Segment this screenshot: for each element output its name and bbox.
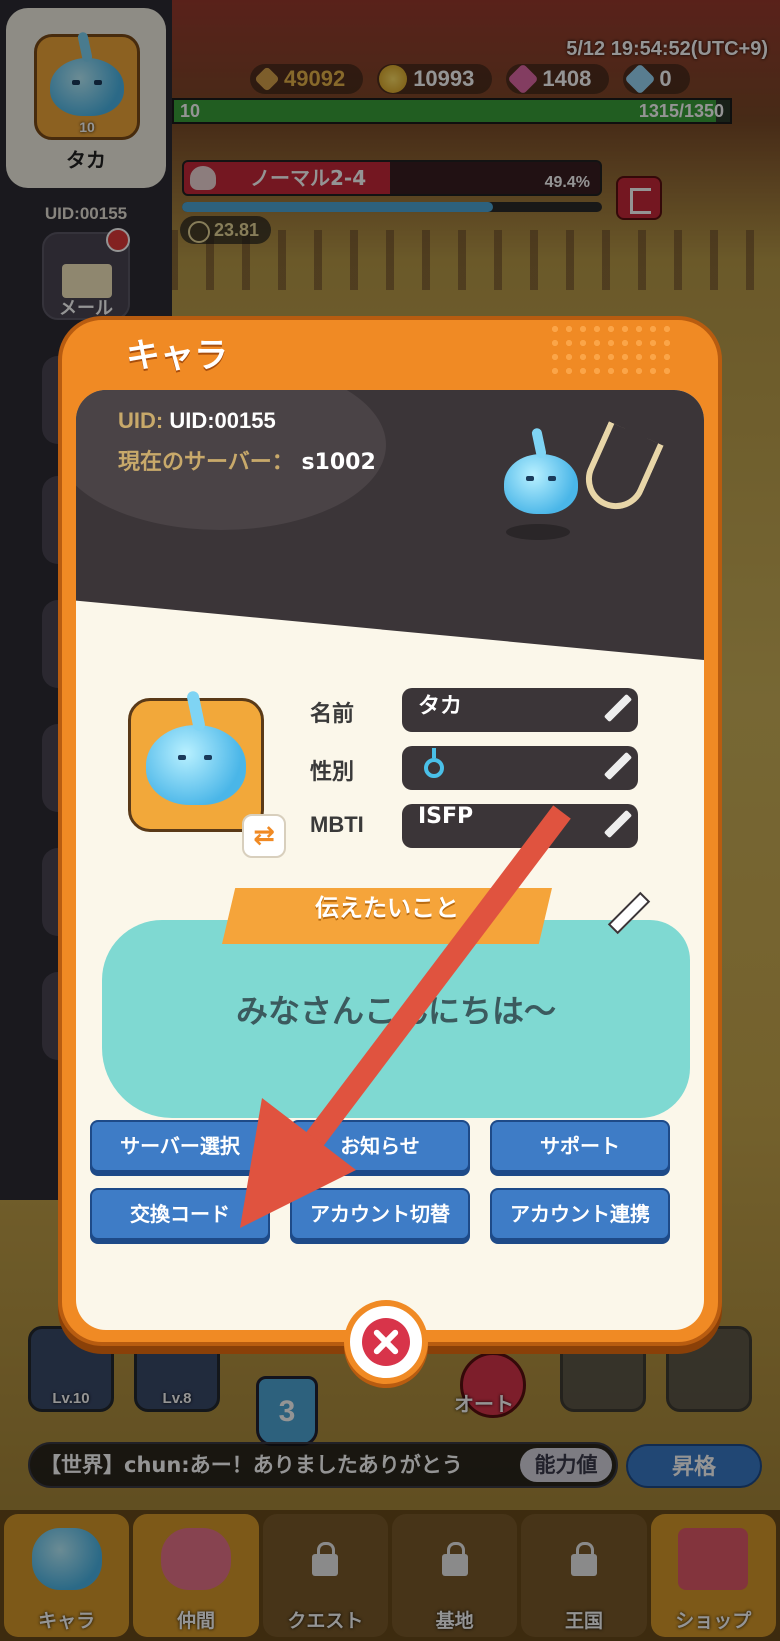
profile-avatar: [128, 698, 264, 832]
pencil-icon[interactable]: [602, 752, 632, 782]
pencil-icon[interactable]: [602, 810, 632, 840]
mbti-field[interactable]: ISFP: [402, 804, 638, 848]
switch-account-button[interactable]: アカウント切替: [290, 1188, 470, 1240]
slingshot-icon: [576, 421, 664, 519]
server-select-button[interactable]: サーバー選択: [90, 1120, 270, 1172]
link-account-button[interactable]: アカウント連携: [490, 1188, 670, 1240]
character-dialog: キャラ UID: UID:00155 現在のサーバー： s1002 ⇄ 名前 タ…: [58, 316, 722, 1346]
uid-line: UID: UID:00155: [118, 408, 276, 433]
dots-decoration: [548, 322, 678, 382]
gender-field[interactable]: [402, 746, 638, 790]
dialog-body: UID: UID:00155 現在のサーバー： s1002 ⇄ 名前 タカ 性別…: [76, 390, 704, 1330]
change-avatar-button[interactable]: ⇄: [242, 814, 286, 858]
message-ribbon: 伝えたいこと: [222, 888, 552, 944]
name-field[interactable]: タカ: [402, 688, 638, 732]
name-label: 名前: [310, 702, 355, 727]
server-line: 現在のサーバー： s1002: [118, 450, 376, 475]
close-icon: [362, 1318, 410, 1366]
male-icon: [424, 748, 444, 778]
gender-label: 性別: [310, 760, 355, 785]
pencil-icon[interactable]: [602, 694, 632, 724]
announcements-button[interactable]: お知らせ: [290, 1120, 470, 1172]
slime-icon: [504, 454, 578, 514]
mbti-value: ISFP: [418, 804, 474, 829]
slime-icon: [146, 725, 246, 805]
mbti-label: MBTI: [310, 812, 364, 837]
dialog-title: キャラ: [126, 336, 228, 376]
character-sprite: [486, 400, 686, 550]
edit-message-pencil-icon[interactable]: [608, 892, 648, 932]
redeem-code-button[interactable]: 交換コード: [90, 1188, 270, 1240]
message-title: 伝えたいこと: [315, 894, 459, 922]
close-dialog-button[interactable]: [344, 1300, 428, 1384]
support-button[interactable]: サポート: [490, 1120, 670, 1172]
server-value: s1002: [301, 450, 376, 475]
message-text: みなさんこんにちは～: [235, 992, 556, 1030]
name-value: タカ: [418, 694, 463, 719]
uid-value: UID:00155: [169, 408, 276, 433]
